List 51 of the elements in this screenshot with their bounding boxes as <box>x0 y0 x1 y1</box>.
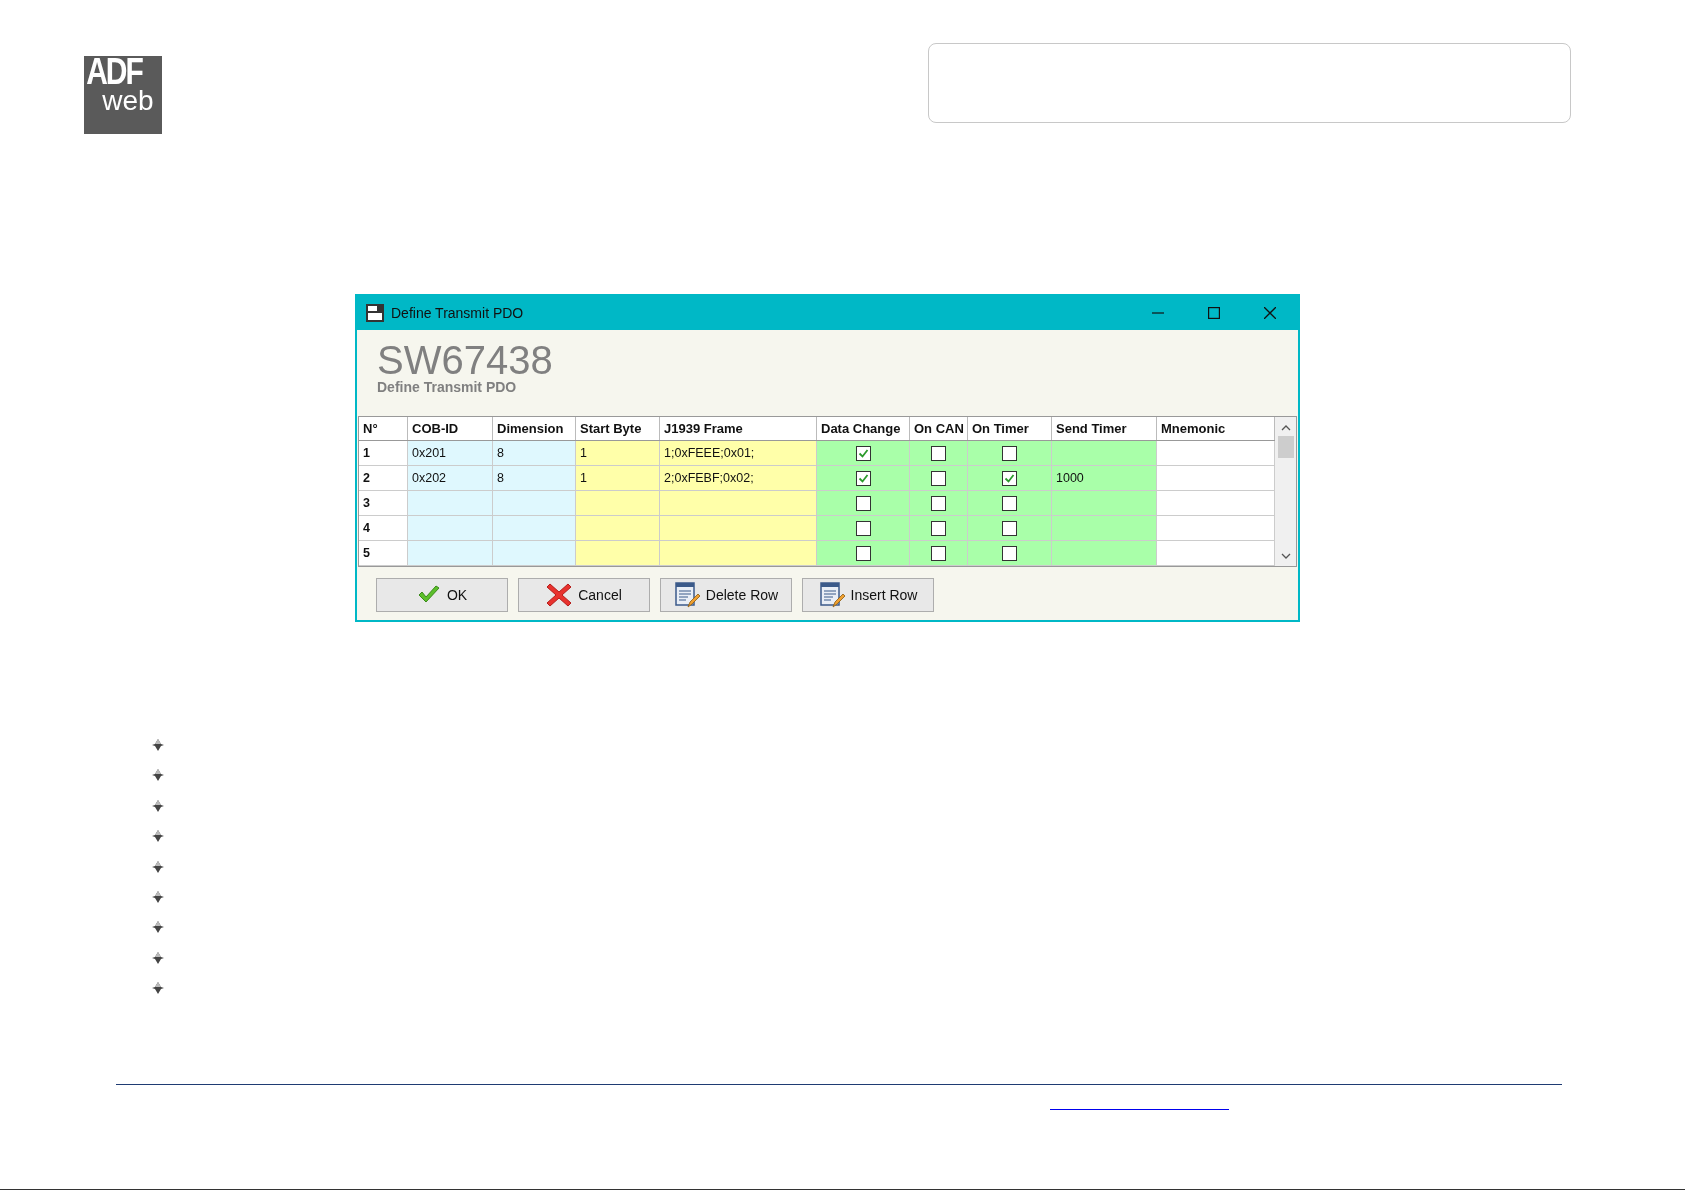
checkbox[interactable] <box>931 495 946 511</box>
bullet-icon <box>151 859 165 874</box>
table-cell: 1000 <box>1052 466 1157 490</box>
checkbox[interactable] <box>855 445 871 461</box>
document-pencil-icon <box>673 581 700 609</box>
window-title: Define Transmit PDO <box>391 303 524 323</box>
table-cell: 1 <box>576 466 660 490</box>
scrollbar[interactable] <box>1275 417 1296 566</box>
checkbox[interactable] <box>931 445 946 461</box>
checkbox[interactable] <box>1002 520 1017 536</box>
maximize-icon[interactable] <box>1208 307 1220 319</box>
logo-text: ADF <box>86 54 142 90</box>
checkbox[interactable] <box>1002 470 1017 486</box>
document-pencil-icon <box>818 581 845 609</box>
checkbox[interactable] <box>931 545 946 561</box>
table-cell: 0x201 <box>408 441 493 465</box>
bullet-icon <box>151 950 165 965</box>
dialog-button[interactable]: Delete Row <box>660 578 792 612</box>
checkbox[interactable] <box>855 470 871 486</box>
checkbox[interactable] <box>855 520 871 536</box>
scrollbar-thumb[interactable] <box>1277 436 1294 458</box>
checkbox[interactable] <box>855 495 871 511</box>
checkbox[interactable] <box>931 520 946 536</box>
checkbox[interactable] <box>1002 445 1017 461</box>
dialog-button[interactable]: Cancel <box>518 578 650 612</box>
bullet-icon <box>151 920 165 935</box>
table-cell: 8 <box>493 466 576 490</box>
dialog-button[interactable]: Insert Row <box>802 578 934 612</box>
heading: SW67438 <box>377 340 554 380</box>
checkbox[interactable] <box>1002 545 1017 561</box>
bullet-icon <box>151 768 165 783</box>
bullet-icon <box>151 798 165 813</box>
logo-text: web <box>102 87 154 115</box>
bullet-icon <box>151 738 165 752</box>
table-cell: 2;0xFEBF;0x02; <box>660 466 817 490</box>
checkbox[interactable] <box>931 470 946 486</box>
subheading: Define Transmit PDO <box>377 380 518 394</box>
table-cell: 8 <box>493 441 576 465</box>
checkmark-icon <box>416 585 441 605</box>
table-cell: 1;0xFEEE;0x01; <box>660 441 817 465</box>
checkbox[interactable] <box>855 545 871 561</box>
table-cell: 0x202 <box>408 466 493 490</box>
close-icon[interactable] <box>1264 307 1276 319</box>
dialog-button[interactable]: OK <box>376 578 508 612</box>
cross-icon <box>546 582 573 608</box>
table-cell: 1 <box>576 441 660 465</box>
bullet-icon <box>151 981 165 996</box>
bullet-icon <box>151 829 165 844</box>
bullet-icon <box>151 889 165 904</box>
checkbox[interactable] <box>1002 495 1017 511</box>
app-icon <box>366 304 384 322</box>
